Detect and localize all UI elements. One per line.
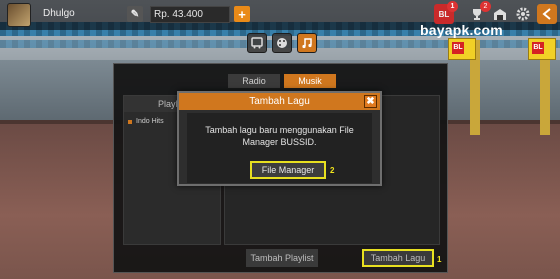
dialog-message-line: Manager BUSSID. bbox=[242, 137, 317, 147]
step-marker: 2 bbox=[330, 166, 335, 175]
bl-icon-label: BL bbox=[438, 9, 450, 19]
sign-board: BL bbox=[448, 38, 476, 60]
username: Dhulgo bbox=[43, 8, 75, 19]
watermark: bayapk.com bbox=[420, 22, 503, 38]
dialog-message: Tambah lagu baru menggunakan File Manage… bbox=[187, 124, 372, 148]
palette-icon[interactable] bbox=[272, 33, 292, 53]
sign-logo: BL bbox=[532, 42, 544, 54]
bus-icon[interactable] bbox=[247, 33, 267, 53]
notification-badge: 1 bbox=[447, 1, 458, 12]
garage-icon[interactable] bbox=[490, 4, 510, 24]
dialog-message-line: Tambah lagu baru menggunakan File bbox=[205, 125, 354, 135]
music-icon[interactable] bbox=[297, 33, 317, 53]
add-playlist-button[interactable]: Tambah Playlist bbox=[246, 249, 318, 267]
money-display: Rp. 43.400 bbox=[150, 6, 230, 23]
tab-musik[interactable]: Musik bbox=[284, 74, 336, 88]
trophy-icon[interactable]: 2 bbox=[467, 1, 491, 24]
add-song-button[interactable]: Tambah Lagu bbox=[362, 249, 434, 267]
step-marker: 1 bbox=[437, 255, 442, 264]
dialog-body: Tambah lagu baru menggunakan File Manage… bbox=[187, 113, 372, 183]
file-manager-button[interactable]: File Manager bbox=[250, 161, 326, 179]
gear-icon[interactable] bbox=[513, 4, 533, 24]
edit-name-button[interactable]: ✎ bbox=[127, 6, 143, 22]
dialog-title: Tambah Lagu bbox=[179, 93, 380, 110]
bl-icon[interactable]: BL 1 bbox=[434, 1, 458, 24]
add-song-dialog: Tambah Lagu ✖ Tambah lagu baru menggunak… bbox=[177, 91, 382, 186]
avatar[interactable] bbox=[7, 3, 31, 27]
add-money-button[interactable]: + bbox=[234, 6, 250, 22]
back-icon[interactable] bbox=[537, 4, 557, 24]
sign-logo: BL bbox=[452, 42, 464, 54]
close-icon[interactable]: ✖ bbox=[364, 95, 377, 108]
sign-board: BL bbox=[528, 38, 556, 60]
tab-radio[interactable]: Radio bbox=[228, 74, 280, 88]
